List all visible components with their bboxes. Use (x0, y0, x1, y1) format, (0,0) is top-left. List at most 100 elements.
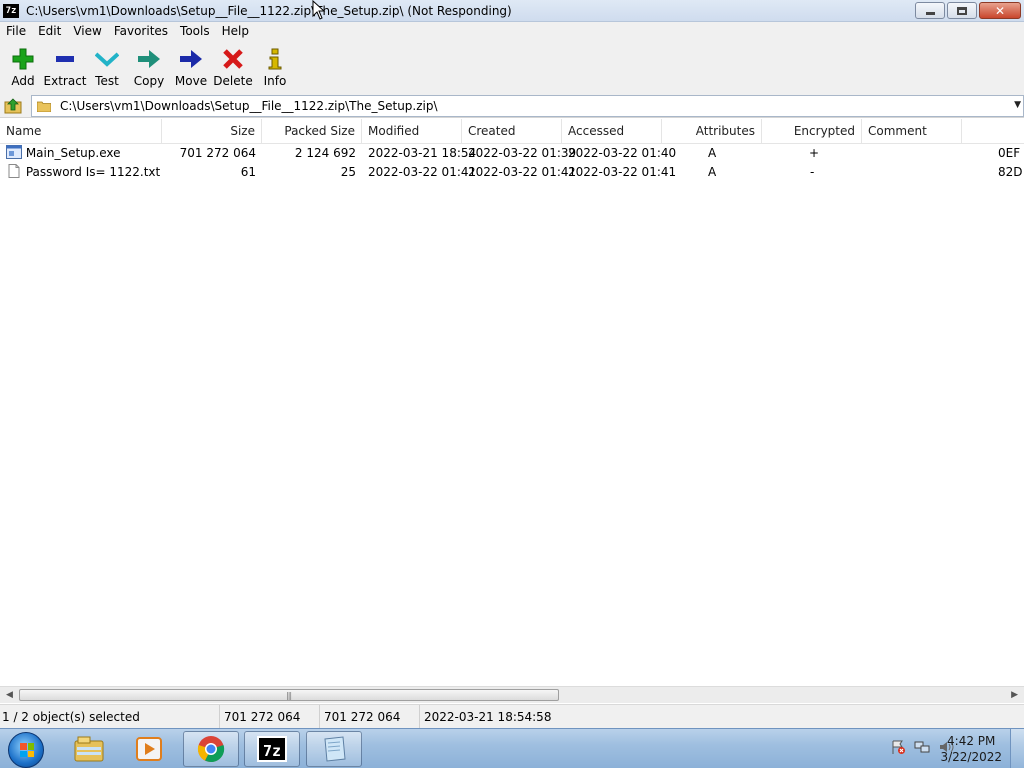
copy-button[interactable]: Copy (128, 41, 170, 91)
windows-logo-icon (20, 743, 34, 757)
info-label: Info (263, 74, 287, 88)
add-button[interactable]: Add (2, 41, 44, 91)
column-comment[interactable]: Comment (862, 119, 962, 144)
clock-time: 4:42 PM (947, 734, 996, 748)
taskbar-chrome[interactable] (183, 731, 239, 767)
info-button[interactable]: Info (254, 41, 296, 91)
status-selection: 1 / 2 object(s) selected (0, 705, 220, 729)
move-label: Move (174, 74, 208, 88)
file-packed-size: 25 (340, 165, 356, 179)
column-modified[interactable]: Modified (362, 119, 462, 144)
taskbar-notepad[interactable] (306, 731, 362, 767)
maximize-button[interactable] (947, 2, 977, 19)
file-name: Main_Setup.exe (25, 146, 121, 160)
file-accessed: 2022-03-22 01:41 (568, 165, 677, 179)
file-list[interactable]: Name Size Packed Size Modified Created A… (0, 119, 1024, 686)
taskbar-media-player[interactable] (121, 731, 177, 767)
chrome-icon (197, 736, 225, 763)
notepad-icon (324, 736, 346, 762)
show-desktop-button[interactable] (1010, 729, 1024, 768)
menu-file[interactable]: File (0, 22, 32, 41)
horizontal-scrollbar[interactable]: ◀ ||| ▶ (0, 686, 1024, 703)
file-accessed: 2022-03-22 01:40 (568, 146, 677, 160)
copy-label: Copy (133, 74, 165, 88)
column-attributes[interactable]: Attributes (662, 119, 762, 144)
address-field[interactable]: C:\Users\vm1\Downloads\Setup__File__1122… (31, 95, 1024, 117)
minimize-button[interactable] (915, 2, 945, 19)
file-row[interactable]: Main_Setup.exe 701 272 064 2 124 692 202… (0, 144, 1024, 163)
scroll-right-icon[interactable]: ▶ (1011, 690, 1018, 700)
menu-edit[interactable]: Edit (32, 22, 67, 41)
file-modified: 2022-03-22 01:41 (368, 165, 477, 179)
file-name-cell: Main_Setup.exe (0, 144, 162, 163)
taskbar-explorer[interactable] (61, 731, 117, 767)
column-headers: Name Size Packed Size Modified Created A… (0, 119, 1024, 144)
test-button[interactable]: Test (86, 41, 128, 91)
status-packed-size: 701 272 064 (322, 705, 420, 729)
file-packed-size: 2 124 692 (294, 146, 356, 160)
delete-label: Delete (213, 74, 253, 88)
copy-arrow-icon (137, 46, 161, 72)
move-button[interactable]: Move (170, 41, 212, 91)
file-created: 2022-03-22 01:39 (468, 146, 577, 160)
file-modified: 2022-03-21 18:54 (368, 146, 477, 160)
scrollbar-thumb[interactable]: ||| (19, 689, 559, 701)
address-path: C:\Users\vm1\Downloads\Setup__File__1122… (60, 99, 438, 113)
add-label: Add (11, 74, 35, 88)
network-icon[interactable] (914, 739, 930, 755)
column-size[interactable]: Size (162, 119, 262, 144)
grip-icon: ||| (286, 691, 292, 700)
menu-bar: File Edit View Favorites Tools Help (0, 22, 1024, 41)
taskbar: 7z 4:42 PM 3/22/2022 (0, 728, 1024, 768)
plus-icon (12, 46, 34, 72)
file-name-cell: Password Is= 1122.txt (0, 163, 162, 182)
move-arrow-icon (179, 46, 203, 72)
file-crc: 0EF (998, 146, 1021, 160)
column-packed-size[interactable]: Packed Size (262, 119, 362, 144)
7zip-icon: 7z (257, 736, 287, 762)
window-controls: ✕ (915, 2, 1021, 19)
delete-x-icon (222, 46, 244, 72)
up-folder-button[interactable] (2, 95, 24, 117)
title-bar[interactable]: 7z C:\Users\vm1\Downloads\Setup__File__1… (0, 0, 1024, 22)
column-name[interactable]: Name (0, 119, 162, 144)
column-created[interactable]: Created (462, 119, 562, 144)
address-bar: C:\Users\vm1\Downloads\Setup__File__1122… (0, 94, 1024, 118)
close-button[interactable]: ✕ (979, 2, 1021, 19)
maximize-icon (957, 6, 967, 15)
exe-file-icon (6, 145, 22, 159)
column-encrypted[interactable]: Encrypted (762, 119, 862, 144)
action-center-flag-icon[interactable] (890, 739, 906, 755)
taskbar-7zip[interactable]: 7z (244, 731, 300, 767)
address-dropdown-icon[interactable]: ▼ (1014, 100, 1021, 110)
7zip-app-icon[interactable]: 7z (3, 3, 19, 18)
status-modified: 2022-03-21 18:54:58 (424, 710, 552, 724)
clock-date: 3/22/2022 (940, 750, 1002, 764)
column-accessed[interactable]: Accessed (562, 119, 662, 144)
file-crc: 82D (998, 165, 1023, 179)
mouse-cursor-icon (312, 0, 326, 20)
delete-button[interactable]: Delete (212, 41, 254, 91)
clock[interactable]: 4:42 PM 3/22/2022 (940, 733, 1002, 765)
file-row[interactable]: Password Is= 1122.txt 61 25 2022-03-22 0… (0, 163, 1024, 182)
menu-tools[interactable]: Tools (174, 22, 216, 41)
file-comment (862, 144, 962, 163)
text-file-icon (8, 164, 20, 178)
menu-help[interactable]: Help (216, 22, 255, 41)
file-size: 701 272 064 (179, 146, 256, 160)
extract-button[interactable]: Extract (44, 41, 87, 91)
menu-view[interactable]: View (67, 22, 107, 41)
info-icon (268, 46, 282, 72)
start-button[interactable] (8, 732, 44, 768)
file-attributes: A (708, 165, 717, 179)
file-name: Password Is= 1122.txt (25, 165, 161, 179)
media-player-icon (136, 737, 162, 761)
test-label: Test (95, 74, 119, 88)
scroll-left-icon[interactable]: ◀ (6, 690, 13, 700)
file-explorer-icon (74, 736, 104, 762)
file-attributes: A (708, 146, 717, 160)
status-bar: 1 / 2 object(s) selected 701 272 064 701… (0, 704, 1024, 729)
file-created: 2022-03-22 01:41 (468, 165, 577, 179)
menu-favorites[interactable]: Favorites (108, 22, 174, 41)
up-folder-icon (4, 97, 22, 113)
